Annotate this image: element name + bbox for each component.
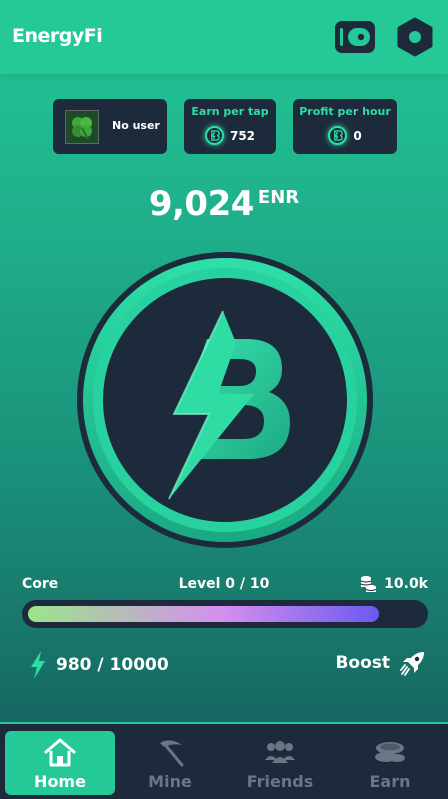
- earn-per-tap-value: 752: [229, 128, 256, 143]
- tab-mine-label: Mine: [148, 772, 192, 791]
- balance-value: 9,024: [148, 184, 255, 224]
- tab-friends[interactable]: Friends: [225, 731, 335, 795]
- avatar: [65, 110, 99, 144]
- app-header: EnergyFi: [0, 0, 448, 74]
- lightning-icon: [31, 651, 45, 679]
- coin-icon: [204, 126, 224, 145]
- profit-per-hour-card: Profit per hour 0: [293, 99, 397, 154]
- earn-per-tap-label: Earn per tap: [191, 105, 269, 118]
- capacity-display: 10.0k: [358, 574, 428, 594]
- wallet-icon: [335, 21, 375, 53]
- settings-hexagon-icon: [397, 17, 433, 57]
- username: No user: [112, 119, 160, 132]
- tap-coin-button[interactable]: [76, 251, 374, 549]
- user-card[interactable]: No user: [53, 99, 167, 154]
- tab-earn[interactable]: Earn: [335, 731, 445, 795]
- settings-button[interactable]: [394, 17, 436, 57]
- tab-home-label: Home: [34, 772, 86, 791]
- capacity-value: 10.0k: [384, 576, 428, 592]
- coins-icon: [375, 742, 405, 762]
- home-icon: [44, 738, 76, 767]
- rocket-icon: [400, 652, 424, 676]
- energy-display: 980 / 10000: [30, 651, 169, 679]
- profit-per-hour-value: 0: [353, 128, 362, 143]
- friends-icon: [265, 741, 295, 763]
- balance-display: 9,024 ENR: [0, 184, 448, 224]
- boost-button[interactable]: Boost: [335, 648, 428, 678]
- coins-stack-icon: [360, 576, 377, 592]
- earn-per-tap-card: Earn per tap 752: [184, 99, 276, 154]
- core-progress-fill: [28, 606, 379, 622]
- wallet-button[interactable]: [334, 17, 376, 57]
- tab-mine[interactable]: Mine: [115, 731, 225, 795]
- pickaxe-icon: [160, 740, 184, 767]
- clover-icon: [72, 117, 92, 140]
- app-title: EnergyFi: [12, 25, 103, 47]
- bottom-nav: Home Mine Friends Earn: [0, 722, 448, 799]
- profit-per-hour-label: Profit per hour: [299, 105, 391, 118]
- tab-earn-label: Earn: [369, 772, 411, 791]
- boost-label: Boost: [335, 653, 390, 673]
- tab-home[interactable]: Home: [5, 731, 115, 795]
- energy-b-logo-icon: [77, 252, 373, 548]
- coin-icon: [328, 126, 348, 145]
- balance-unit: ENR: [257, 187, 300, 208]
- tab-friends-label: Friends: [246, 772, 314, 791]
- energy-value: 980 / 10000: [56, 655, 169, 675]
- core-progress-bar: [22, 600, 428, 628]
